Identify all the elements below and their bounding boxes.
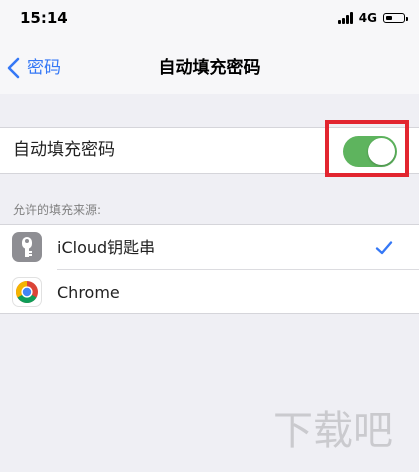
network-type: 4G bbox=[358, 11, 377, 25]
sources-header: 允许的填充来源: bbox=[13, 203, 102, 217]
key-icon bbox=[12, 232, 42, 262]
autofill-label: 自动填充密码 bbox=[13, 140, 115, 160]
autofill-row: 自动填充密码 bbox=[0, 128, 419, 173]
source-name-icloud: iCloud钥匙串 bbox=[57, 238, 156, 257]
chrome-icon bbox=[12, 277, 42, 307]
status-time: 15:14 bbox=[20, 9, 68, 27]
svg-text:下载吧: 下载吧 bbox=[273, 408, 393, 454]
list-item-icloud[interactable]: iCloud钥匙串 bbox=[0, 225, 419, 270]
toggle-knob bbox=[368, 138, 395, 165]
page-title: 自动填充密码 bbox=[158, 58, 261, 78]
top-area: 15:14 4G 密码 自动填充密码 bbox=[0, 0, 419, 94]
battery-icon bbox=[383, 13, 408, 23]
source-name-chrome: Chrome bbox=[57, 283, 120, 302]
autofill-toggle[interactable] bbox=[343, 136, 397, 167]
autofill-section: 自动填充密码 bbox=[0, 127, 419, 174]
sources-list: iCloud钥匙串 Chrome bbox=[0, 224, 419, 314]
signal-icon bbox=[337, 12, 353, 24]
status-icons: 4G bbox=[337, 10, 408, 26]
watermark-logo: 下载吧 bbox=[273, 402, 411, 454]
list-item-chrome[interactable]: Chrome bbox=[0, 270, 419, 315]
checkmark-icon bbox=[375, 241, 393, 255]
navigation-bar: 密码 自动填充密码 bbox=[0, 46, 419, 90]
battery-fill bbox=[386, 16, 392, 20]
